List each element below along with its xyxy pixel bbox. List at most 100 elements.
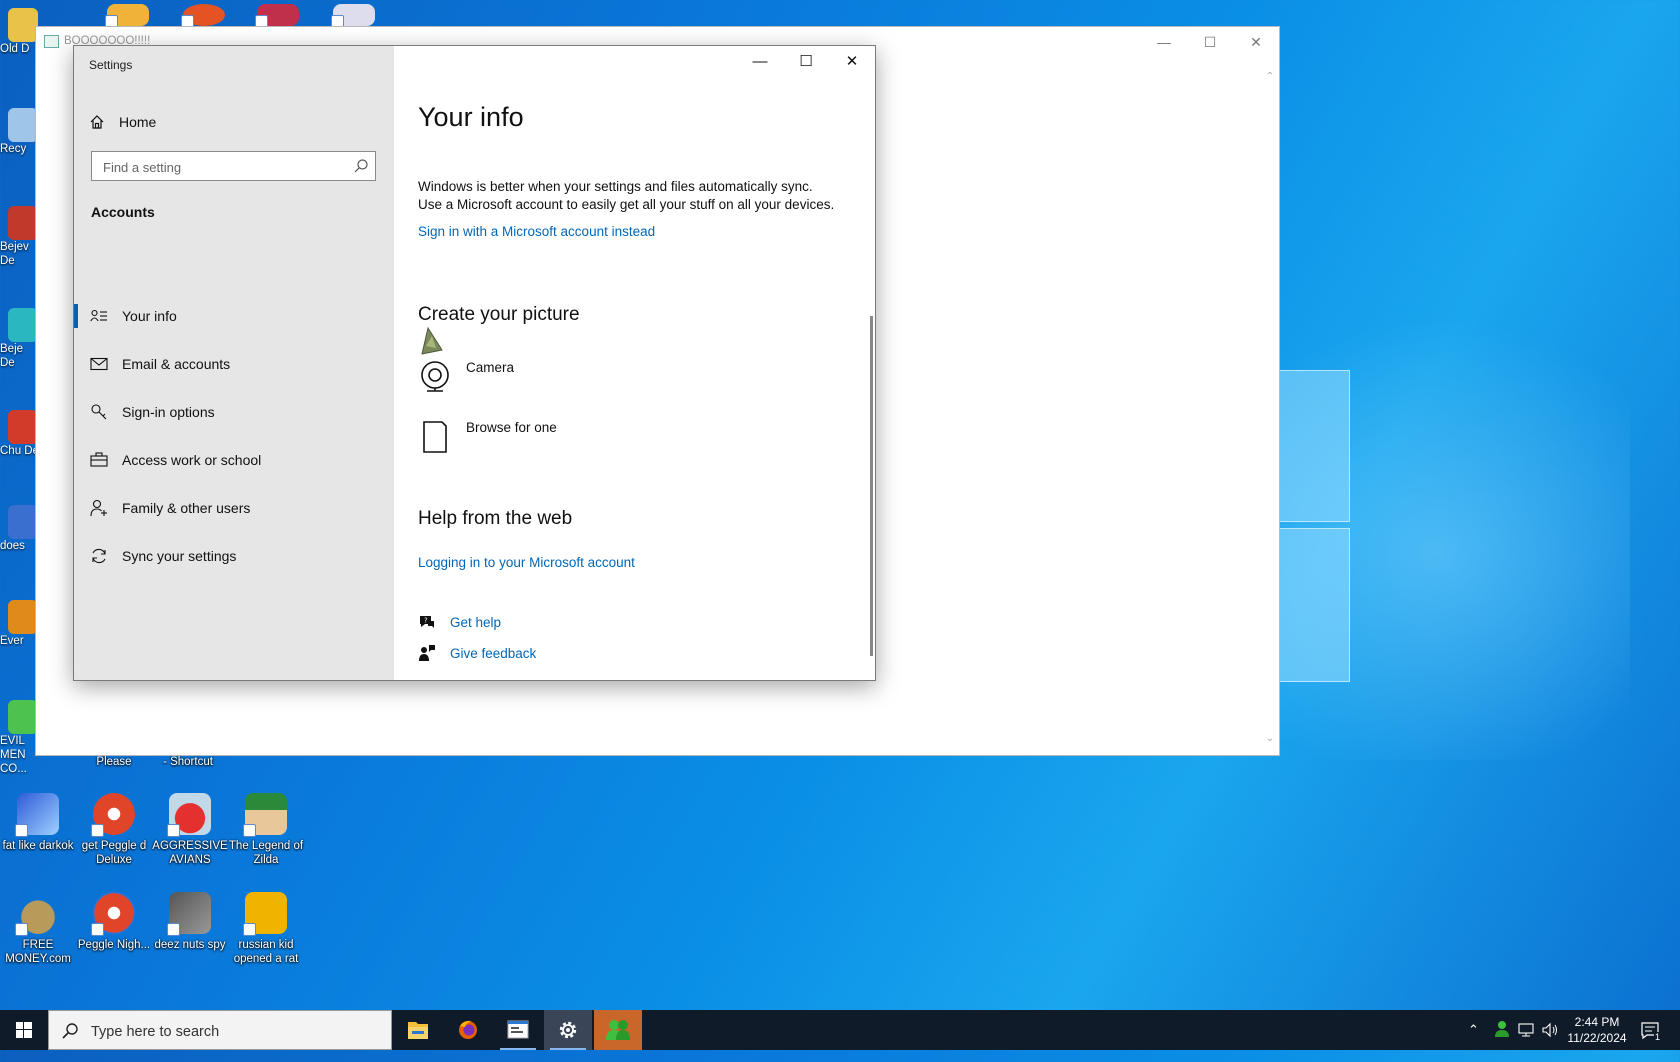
minimize-button[interactable]: —: [1141, 27, 1187, 57]
settings-app-title: Settings: [89, 58, 133, 72]
search-icon[interactable]: [353, 158, 369, 174]
desktop-icon-get-peggle-deluxe[interactable]: get Peggle d Deluxe: [76, 793, 152, 867]
nav-item-access-work-school[interactable]: Access work or school: [74, 442, 394, 478]
settings-window[interactable]: Settings Home Accounts Your info: [73, 45, 876, 681]
desktop-edge-icon-bejeweled2[interactable]: Beje De: [0, 308, 40, 370]
settings-maximize-button[interactable]: ☐: [783, 46, 829, 78]
create-picture-heading: Create your picture: [418, 304, 580, 325]
desktop-edge-icon-chuzzle[interactable]: Chu De: [0, 410, 40, 458]
give-feedback-link[interactable]: Give feedback: [418, 644, 536, 662]
scroll-up-icon[interactable]: ⌃: [1263, 71, 1277, 85]
sign-in-microsoft-link[interactable]: Sign in with a Microsoft account instead: [418, 224, 655, 239]
gear-icon: [559, 1021, 577, 1039]
desktop-edge-icon-does[interactable]: does: [0, 505, 40, 553]
volume-icon[interactable]: [1542, 1022, 1560, 1062]
settings-main-pane: — ☐ ✕ Your info Windows is better when y…: [394, 46, 875, 680]
app-window-icon: [44, 35, 59, 48]
document-icon: [423, 421, 447, 453]
notification-count: 1: [1654, 1032, 1662, 1042]
desktop-icon-peggle-nights[interactable]: Peggle Nigh...: [76, 892, 152, 952]
logging-in-help-link[interactable]: Logging in to your Microsoft account: [418, 555, 635, 570]
action-center-button[interactable]: 1: [1640, 1020, 1668, 1060]
desktop-icon-aggressive-avians[interactable]: AGGRESSIVE AVIANS: [152, 793, 228, 867]
money-bag-icon: [15, 892, 59, 936]
taskbar-app-window[interactable]: [494, 1010, 542, 1050]
desktop-edge-icon-old[interactable]: Old D: [0, 8, 40, 56]
firefox-icon: [459, 1020, 477, 1039]
background-window-scrollbar[interactable]: ⌃ ⌄: [1263, 71, 1277, 747]
taskbar-search-input[interactable]: [89, 1021, 383, 1043]
settings-minimize-button[interactable]: —: [737, 46, 783, 78]
desktop-top-icon-folder[interactable]: [90, 4, 166, 28]
desktop-edge-icon-recycle[interactable]: Recy: [0, 108, 40, 156]
chat-help-icon: ?: [420, 616, 434, 628]
windows-wallpaper-logo: [1278, 370, 1350, 682]
nav-item-email-accounts[interactable]: Email & accounts: [74, 346, 394, 382]
mail-icon: [90, 355, 108, 373]
desktop-edge-icon-bejeweled1[interactable]: Bejev De: [0, 206, 40, 268]
desktop-top-icon-robot[interactable]: [316, 4, 392, 28]
home-nav-item[interactable]: Home: [89, 108, 156, 136]
show-hidden-icons-chevron-icon[interactable]: ⌃: [1468, 1022, 1479, 1062]
briefcase-icon: [90, 451, 108, 469]
nav-item-your-info[interactable]: Your info: [74, 298, 394, 334]
stacked-windows-icon: [167, 892, 211, 936]
help-from-web-heading: Help from the web: [418, 508, 573, 529]
svg-text:?: ?: [424, 617, 428, 625]
peggle-nights-icon: [91, 892, 135, 936]
taskbar-clock[interactable]: 2:44 PM 11/22/2024: [1562, 1014, 1632, 1046]
person-card-icon: [90, 307, 108, 325]
settings-sidebar: Settings Home Accounts Your info: [74, 46, 394, 680]
feedback-person-icon: [419, 645, 435, 661]
folder-icon: [408, 1022, 428, 1039]
desktop-top-icon-plane[interactable]: [240, 4, 316, 28]
zelda-icon: [243, 793, 287, 837]
close-button[interactable]: ✕: [1233, 27, 1279, 57]
taskbar-green-app[interactable]: [594, 1010, 642, 1050]
angry-bird-icon: [167, 793, 211, 837]
nav-item-family-other-users[interactable]: Family & other users: [74, 490, 394, 526]
get-help-link[interactable]: ? Get help: [418, 613, 501, 631]
desktop-edge-icon-ever[interactable]: Ever: [0, 600, 40, 648]
settings-close-button[interactable]: ✕: [829, 46, 875, 78]
profile-picture-icon: [421, 326, 443, 355]
peggle-icon: [91, 793, 135, 837]
desktop-icon-fat-like-darkok[interactable]: fat like darkok: [0, 793, 76, 853]
home-icon: [90, 115, 104, 129]
taskbar-settings[interactable]: [544, 1010, 592, 1050]
nav-item-sign-in-options[interactable]: Sign-in options: [74, 394, 394, 430]
taskbar-firefox[interactable]: [444, 1010, 492, 1050]
desktop-icon-deez-nuts-spy[interactable]: deez nuts spy: [152, 892, 228, 952]
desktop-icon-free-money[interactable]: FREE MONEY.com: [0, 892, 76, 966]
start-button[interactable]: [0, 1010, 48, 1050]
camera-option[interactable]: Camera: [418, 360, 514, 394]
app-window-icon: [507, 1020, 529, 1039]
mpi-icon: [15, 793, 59, 837]
scroll-down-icon[interactable]: ⌄: [1263, 733, 1277, 747]
maximize-button[interactable]: ☐: [1187, 27, 1233, 57]
taskbar: ⌃ 2:44 PM 11/22/2024 1: [0, 1010, 1680, 1050]
sync-icon: [90, 547, 108, 565]
network-icon[interactable]: [1518, 1022, 1536, 1062]
accounts-section-title: Accounts: [91, 204, 155, 220]
page-title: Your info: [418, 102, 524, 132]
de-icon: [243, 892, 287, 936]
desktop-edge-icon-evil[interactable]: EVIL MEN CO...: [0, 700, 40, 776]
taskbar-search-box[interactable]: [48, 1010, 392, 1050]
desktop-top-icon-peggle[interactable]: [166, 4, 242, 28]
browse-option[interactable]: Browse for one: [418, 420, 557, 454]
people-icon: [606, 1020, 630, 1040]
desktop-partial-label-please: Please: [96, 756, 132, 768]
desktop-icon-russian-kid[interactable]: russian kid opened a rat: [228, 892, 304, 966]
settings-scrollbar[interactable]: [870, 316, 873, 656]
desktop-icon-legend-of-zilda[interactable]: The Legend of Zilda: [228, 793, 304, 867]
windows-start-icon: [16, 1022, 32, 1038]
settings-search-input[interactable]: [101, 157, 345, 177]
nav-item-sync-settings[interactable]: Sync your settings: [74, 538, 394, 574]
add-person-icon: [90, 499, 108, 517]
search-icon: [62, 1023, 78, 1039]
settings-search-box[interactable]: [91, 151, 376, 181]
desktop-partial-label-shortcut: - Shortcut: [163, 756, 213, 768]
green-person-tray-icon[interactable]: [1494, 1020, 1510, 1060]
taskbar-file-explorer[interactable]: [394, 1010, 442, 1050]
